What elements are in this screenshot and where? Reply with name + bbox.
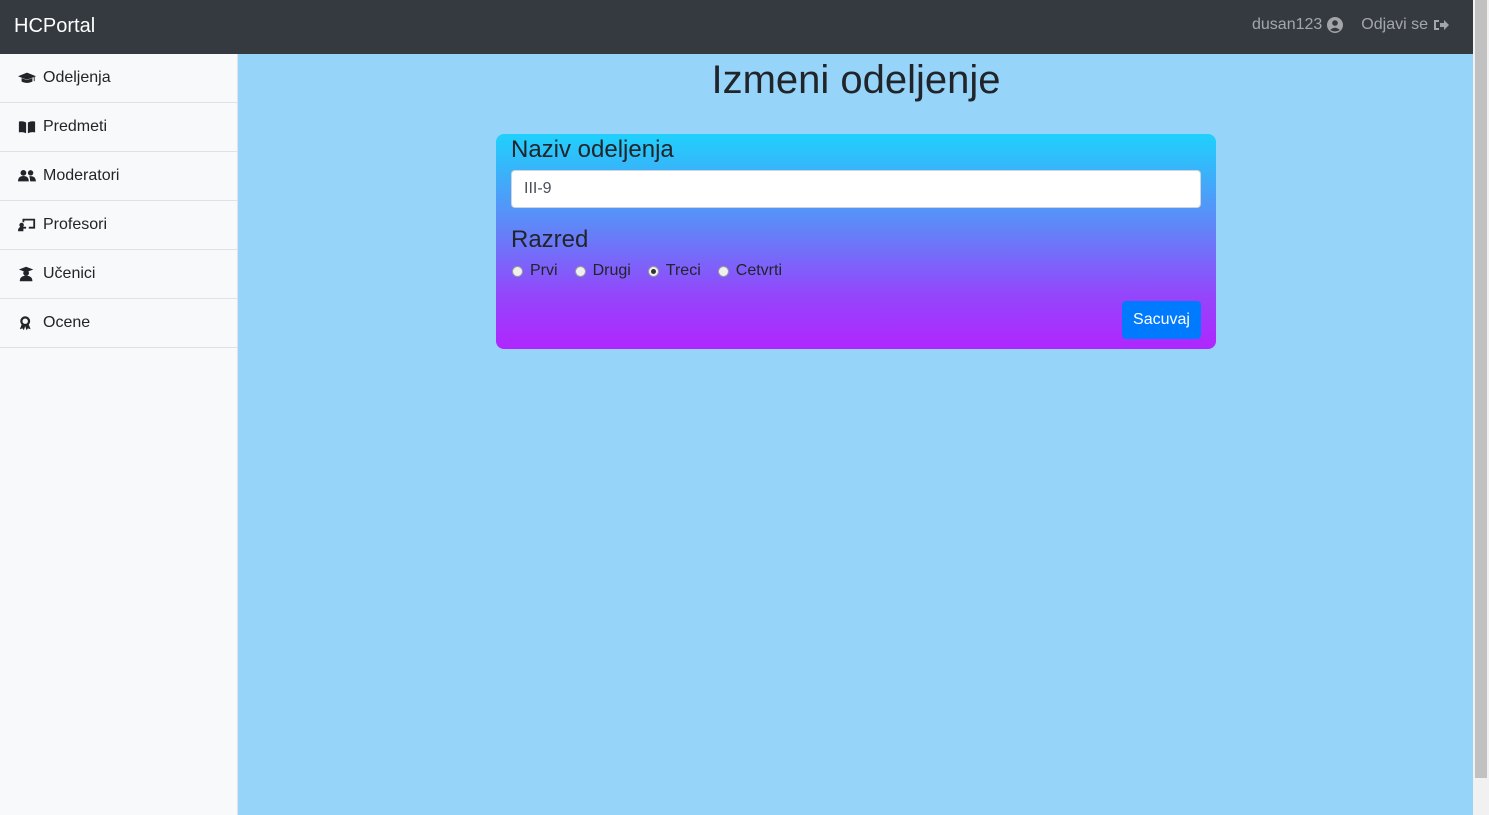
grade-radio-drugi[interactable]: Drugi bbox=[574, 262, 631, 280]
logout-label: Odjavi se bbox=[1361, 16, 1428, 33]
radio-label: Cetvrti bbox=[735, 262, 782, 279]
grade-label: Razred bbox=[511, 226, 589, 253]
user-circle-icon bbox=[1327, 17, 1344, 33]
sidebar-item-predmeti[interactable]: Predmeti bbox=[0, 103, 237, 152]
save-button[interactable]: Sacuvaj bbox=[1122, 301, 1201, 339]
sidebar-item-label: Predmeti bbox=[43, 118, 108, 135]
radio-label: Prvi bbox=[530, 262, 558, 279]
grade-radio-cetvrti[interactable]: Cetvrti bbox=[717, 262, 782, 280]
nav-right: dusan123 Odjavi se bbox=[1252, 16, 1449, 34]
grade-radio-prvi[interactable]: Prvi bbox=[512, 262, 558, 280]
radio-circle[interactable] bbox=[574, 265, 586, 277]
grade-radio-group: Prvi Drugi Treci Cetvrti bbox=[512, 262, 799, 280]
class-name-label: Naziv odeljenja bbox=[511, 136, 674, 163]
users-icon bbox=[18, 168, 38, 184]
chalkboard-teacher-icon bbox=[18, 217, 38, 233]
sidebar-item-ucenici[interactable]: Učenici bbox=[0, 250, 237, 299]
user-graduate-icon bbox=[18, 266, 38, 282]
page-title: Izmeni odeljenje bbox=[711, 58, 1001, 102]
graduation-cap-icon bbox=[18, 70, 38, 86]
radio-circle[interactable] bbox=[512, 265, 523, 277]
sidebar-item-profesori[interactable]: Profesori bbox=[0, 201, 237, 250]
main-content: Izmeni odeljenje Naziv odeljenja Razred … bbox=[239, 54, 1473, 815]
logout-link[interactable]: Odjavi se bbox=[1361, 16, 1449, 34]
edit-class-form: Naziv odeljenja Razred Prvi Drugi Treci … bbox=[496, 134, 1216, 349]
radio-label: Treci bbox=[665, 262, 701, 279]
sidebar-item-ocene[interactable]: Ocene bbox=[0, 299, 237, 348]
sidebar-item-label: Odeljenja bbox=[43, 69, 111, 86]
sign-out-icon bbox=[1434, 20, 1449, 30]
user-profile-link[interactable]: dusan123 bbox=[1252, 16, 1344, 34]
scrollbar-thumb[interactable] bbox=[1475, 0, 1487, 778]
sidebar-item-odeljenja[interactable]: Odeljenja bbox=[0, 54, 237, 103]
radio-circle-checked[interactable] bbox=[647, 265, 659, 277]
class-name-input[interactable] bbox=[511, 170, 1201, 208]
award-icon bbox=[18, 315, 38, 331]
sidebar-item-label: Učenici bbox=[43, 265, 96, 282]
sidebar-item-moderatori[interactable]: Moderatori bbox=[0, 152, 237, 201]
radio-label: Drugi bbox=[592, 262, 631, 279]
brand-link[interactable]: HCPortal bbox=[14, 15, 95, 38]
book-icon bbox=[18, 119, 38, 135]
sidebar-item-label: Moderatori bbox=[43, 167, 120, 184]
grade-radio-treci[interactable]: Treci bbox=[647, 262, 701, 280]
sidebar-item-label: Profesori bbox=[43, 216, 108, 233]
sidebar-item-label: Ocene bbox=[43, 314, 91, 331]
radio-circle[interactable] bbox=[717, 265, 729, 277]
top-navbar: HCPortal dusan123 Odjavi se bbox=[0, 0, 1473, 54]
vertical-scrollbar[interactable] bbox=[1473, 0, 1489, 815]
sidebar: Odeljenja Predmeti Moderatori Profesori … bbox=[0, 54, 238, 815]
username-label: dusan123 bbox=[1252, 16, 1323, 33]
